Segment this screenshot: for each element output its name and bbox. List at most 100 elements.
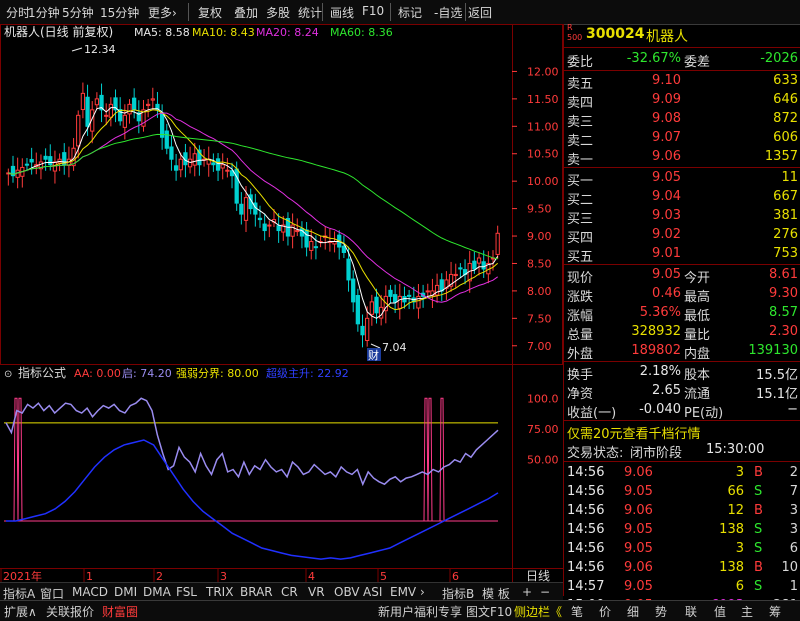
ma20-line xyxy=(8,112,498,303)
buy-volume: 11 xyxy=(781,170,798,185)
stat-value: 2.65 xyxy=(652,383,681,398)
f10-link[interactable]: 图文F10 xyxy=(466,603,512,620)
side-tab[interactable]: 值 xyxy=(714,603,726,620)
candle-body xyxy=(476,257,482,264)
tick-time: 14:56 xyxy=(567,541,605,556)
multi-stock-button[interactable]: 多股 xyxy=(266,4,290,21)
new-user-link[interactable]: 新用户福利专享 xyxy=(378,603,462,620)
webi-label: 委比 xyxy=(567,55,594,70)
side-tab[interactable]: 筹 xyxy=(769,603,781,620)
stat-row: 现价 9.05 今开 8.61 xyxy=(564,266,800,286)
candle-body xyxy=(108,103,113,118)
stat-label: 内盘 xyxy=(684,347,711,362)
stat-label: 净资 xyxy=(567,387,594,402)
indicator-tab[interactable]: DMI xyxy=(114,585,137,599)
indicator-tab[interactable]: OBV xyxy=(334,585,360,599)
toolbar-separator xyxy=(322,3,323,21)
side-tab[interactable]: 势 xyxy=(655,603,667,620)
f10-button[interactable]: F10 xyxy=(362,4,384,18)
tick-side: S xyxy=(754,579,763,594)
candle-body xyxy=(104,114,109,117)
period-label[interactable]: 日线 xyxy=(526,569,550,583)
promo-row[interactable]: 仅需20元查看千档行情 xyxy=(564,422,800,442)
indicator-tab[interactable]: MACD xyxy=(72,585,108,599)
candle-body xyxy=(80,92,86,111)
side-tab[interactable]: 笔 xyxy=(571,603,583,620)
candle-body xyxy=(150,98,155,101)
tab-5min[interactable]: 5分钟 xyxy=(62,4,94,21)
candle-body xyxy=(85,96,90,127)
sell-row: 卖二 9.07 606 xyxy=(564,129,800,149)
add-watchlist-button[interactable]: -自选 xyxy=(434,4,462,21)
promo-link[interactable]: 仅需20元查看千档行情 xyxy=(567,423,701,442)
trade-status-row: 交易状态: 闭市阶段 15:30:00 xyxy=(564,441,800,461)
stat-row: 涨幅 5.36% 最低 8.57 xyxy=(564,304,800,324)
stat-label: 最低 xyxy=(684,309,711,324)
draw-button[interactable]: 画线 xyxy=(330,4,354,21)
tick-count: 6 xyxy=(789,541,798,556)
sidebar-toggle[interactable]: 侧边栏《 xyxy=(514,603,562,620)
stat-label: 换手 xyxy=(567,368,594,383)
mark-button[interactable]: 标记 xyxy=(398,4,422,21)
stats-button[interactable]: 统计 xyxy=(298,4,322,21)
indicator-tab[interactable]: + xyxy=(522,585,532,599)
indicator-tab[interactable]: − xyxy=(540,585,550,599)
price-tick: 11.50 xyxy=(527,93,559,106)
tick-side: S xyxy=(754,522,763,537)
price-tick: 11.00 xyxy=(527,120,559,133)
tick-count: 2 xyxy=(789,465,798,480)
indicator-tab[interactable]: BRAR xyxy=(240,585,273,599)
candle-body xyxy=(369,301,374,315)
more-menu[interactable]: 更多› xyxy=(148,4,177,21)
stat-label: 今开 xyxy=(684,271,711,286)
indicator-tab[interactable]: EMV xyxy=(390,585,416,599)
price-tick: 9.00 xyxy=(527,230,552,243)
stat-value: 8.61 xyxy=(769,267,798,282)
bottom-tab[interactable]: 关联报价 xyxy=(46,603,94,620)
indicator-tab[interactable]: TRIX xyxy=(206,585,233,599)
tick-price: 9.05 xyxy=(624,541,653,556)
candle-body xyxy=(406,294,412,297)
ma10-label: MA10: 8.43 xyxy=(192,26,255,39)
side-tab[interactable]: 细 xyxy=(627,603,639,620)
candle-body xyxy=(220,164,225,169)
tick-row: 14:56 9.05 3 S 6 xyxy=(564,540,800,559)
tab-15min[interactable]: 15分钟 xyxy=(100,4,139,21)
back-button[interactable]: 返回 xyxy=(468,4,492,21)
adjust-button[interactable]: 复权 xyxy=(198,4,222,21)
buy-price: 9.03 xyxy=(652,208,681,223)
indicator-tab[interactable]: VR xyxy=(308,585,325,599)
stat-label: 流通 xyxy=(684,387,711,402)
bottom-tab[interactable]: 扩展∧ xyxy=(4,603,37,620)
side-tab[interactable]: 价 xyxy=(599,603,611,620)
buy-level-label: 买二 xyxy=(567,193,594,208)
bottom-tab[interactable]: 财富圈 xyxy=(102,603,138,620)
tick-price: 9.06 xyxy=(624,560,653,575)
indicator-title: 指标公式 xyxy=(18,365,66,380)
buy-volume: 753 xyxy=(773,246,798,261)
divider xyxy=(564,420,800,421)
stat-label: 最高 xyxy=(684,290,711,305)
indicator-collapse-icon[interactable]: ⊙ xyxy=(4,369,12,380)
candle-body xyxy=(187,158,193,168)
candle-body xyxy=(365,317,370,341)
sell-level-label: 卖一 xyxy=(567,153,594,168)
overlay-button[interactable]: 叠加 xyxy=(234,4,258,21)
side-tab[interactable]: 联 xyxy=(685,603,697,620)
chart-area[interactable]: 12.00 11.50 11.00 10.50 10.00 9.50 9.00 8.50 8.0… xyxy=(0,24,563,600)
side-tab[interactable]: 主 xyxy=(741,603,753,620)
tab-1min[interactable]: 1分钟 xyxy=(28,4,60,21)
tab-intraday[interactable]: 分时 xyxy=(6,4,30,21)
indicator-tab[interactable]: ASI xyxy=(363,585,382,599)
indicator-tab[interactable]: DMA xyxy=(143,585,171,599)
sell-price: 9.09 xyxy=(652,92,681,107)
high-price-label: 12.34 xyxy=(84,43,116,56)
indicator-tab[interactable]: CR xyxy=(281,585,298,599)
indicator-tab[interactable]: › xyxy=(420,585,425,599)
buy-level-label: 买一 xyxy=(567,174,594,189)
wecha-label: 委差 xyxy=(684,55,711,70)
indicator-tab[interactable]: FSL xyxy=(176,585,197,599)
candle-body xyxy=(132,97,137,111)
tick-time: 14:56 xyxy=(567,522,605,537)
tick-price: 9.05 xyxy=(624,522,653,537)
